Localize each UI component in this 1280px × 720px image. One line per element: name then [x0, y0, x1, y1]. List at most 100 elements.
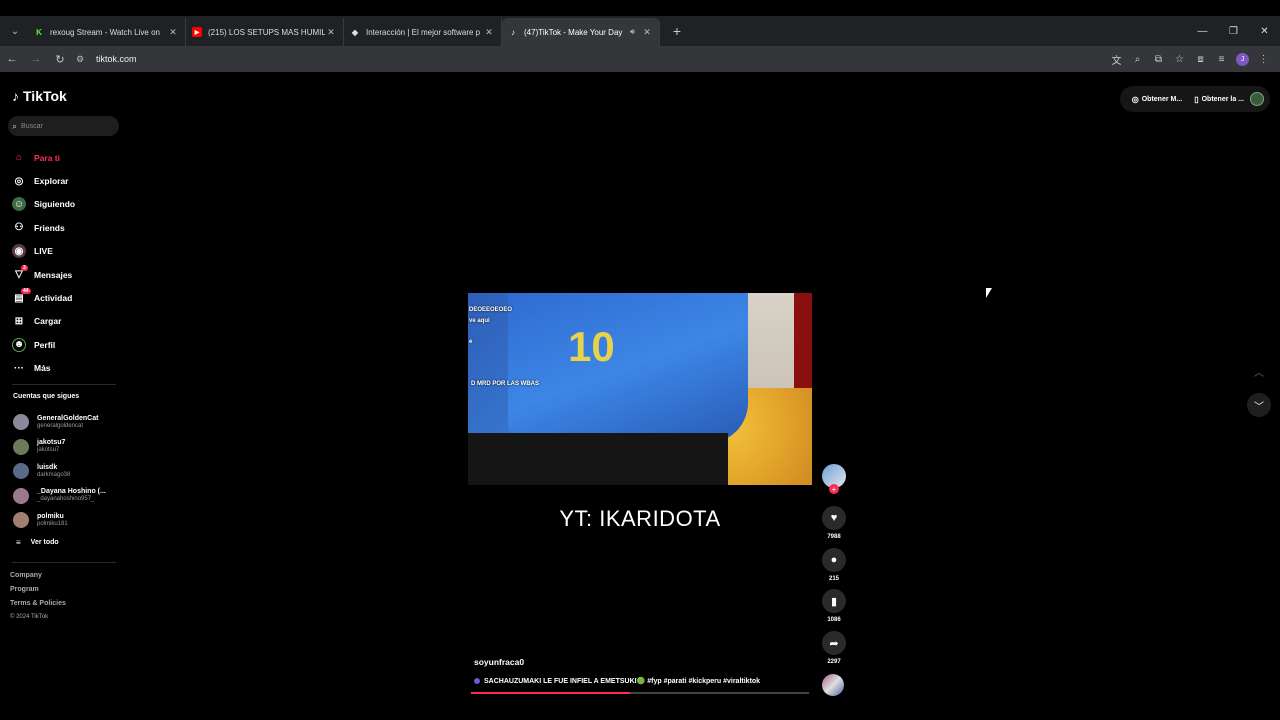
share-icon[interactable]: ➦ — [822, 631, 846, 655]
media-controls-icon[interactable]: ≡ — [1211, 54, 1232, 65]
video-author[interactable]: soyunfraca0 — [474, 657, 524, 667]
video-player[interactable]: 10 DEOEEOEOEO ve aqui e D MRD POR LAS WB… — [468, 293, 812, 485]
chevron-up-icon[interactable]: ︿ — [1247, 359, 1271, 383]
phone-icon: ▯ — [1194, 94, 1199, 104]
video-overlay-text: DEOEEOEOEO — [469, 307, 513, 313]
following-account[interactable]: luisdk darkmago38 — [13, 459, 106, 484]
notification-badge: 44 — [21, 288, 31, 295]
minimize-icon[interactable]: — — [1187, 16, 1218, 46]
like-count: 7988 — [827, 534, 841, 540]
following-account[interactable]: jakotsu7 jakotsu7 — [13, 435, 106, 460]
footer-link-terms[interactable]: Terms & Policies — [10, 600, 66, 614]
bookmark-icon[interactable]: ▮ — [822, 589, 846, 613]
footer-links: Company Program Terms & Policies © 2024 … — [10, 572, 66, 628]
following-account[interactable]: GeneralGoldenCat generalgoldencat — [13, 410, 106, 435]
nav-item-cargar[interactable]: ⊞ Cargar — [12, 310, 75, 333]
window-top-strip — [0, 0, 1280, 16]
new-tab-button[interactable]: + — [666, 23, 688, 39]
get-app-button[interactable]: ▯ Obtener la ... — [1194, 95, 1244, 104]
mouse-cursor-icon — [986, 288, 992, 298]
extensions-icon[interactable]: ⧈ — [1190, 54, 1211, 65]
tiktok-icon: ♪ — [511, 27, 515, 37]
search-input[interactable]: ⌕ Buscar — [8, 116, 119, 136]
speaker-icon[interactable]: 🔊︎ — [630, 27, 635, 37]
close-icon[interactable]: ✕ — [167, 27, 179, 38]
nav-item-friends[interactable]: ⚇ Friends — [12, 216, 75, 239]
following-account[interactable]: polmiku polmiku181 — [13, 508, 106, 533]
jersey-number: 10 — [568, 323, 615, 370]
chevron-down-icon[interactable]: ﹀ — [1247, 393, 1271, 417]
nav-label: Friends — [34, 222, 65, 233]
creator-avatar[interactable]: + — [822, 464, 846, 494]
restore-icon[interactable]: ❐ — [1218, 16, 1249, 46]
see-all-button[interactable]: ≡ Ver todo — [16, 538, 59, 547]
video-progress-bar[interactable] — [471, 692, 809, 694]
tab-search-button[interactable]: ⌄ — [2, 18, 28, 44]
tab-title: (47)TikTok - Make Your Day — [524, 27, 623, 37]
comment-count: 215 — [828, 576, 839, 582]
save-count: 1086 — [827, 617, 841, 623]
user-avatar[interactable] — [1250, 92, 1264, 106]
nav-item-mas[interactable]: ··· Más — [12, 357, 75, 380]
reload-icon[interactable]: ↻ — [48, 53, 72, 66]
close-icon[interactable]: ✕ — [483, 27, 495, 38]
forward-icon[interactable]: → — [24, 53, 48, 65]
url-text: tiktok.com — [96, 54, 137, 64]
profile-avatar[interactable]: J — [1236, 52, 1249, 66]
nav-item-perfil[interactable]: ☻ Perfil — [12, 333, 75, 356]
nav-label: Cargar — [34, 316, 62, 327]
close-window-icon[interactable]: ✕ — [1249, 16, 1280, 46]
close-icon[interactable]: ✕ — [325, 27, 337, 38]
following-account[interactable]: _Dayana Hoshino (... _dayanahoshino957_ — [13, 484, 106, 509]
heart-icon[interactable]: ♥ — [822, 506, 846, 530]
emoji-icon — [474, 678, 480, 684]
video-overlay-text: e — [469, 339, 473, 345]
account-name: jakotsu7 — [37, 439, 66, 447]
back-icon[interactable]: ← — [0, 53, 24, 65]
nav-item-actividad[interactable]: ▤ 44 Actividad — [12, 286, 75, 309]
menu-kebab-icon[interactable]: ⋮ — [1253, 54, 1274, 65]
url-input[interactable]: ⚙ tiktok.com — [76, 49, 1076, 69]
video-jersey — [508, 293, 748, 443]
address-bar-actions: 文 ⌕ ⧉ ☆ ⧈ ≡ J ⋮ — [1106, 46, 1274, 72]
live-icon: ◉ — [12, 244, 26, 259]
translate-icon[interactable]: 文 — [1106, 52, 1127, 67]
list-icon: ≡ — [16, 538, 21, 547]
account-handle: darkmago38 — [37, 471, 71, 478]
following-list: GeneralGoldenCat generalgoldencat jakotsu… — [13, 410, 106, 533]
nav-item-mensajes[interactable]: ▽ 3 Mensajes — [12, 263, 75, 286]
comment-icon[interactable]: ● — [822, 548, 846, 572]
diamond-icon: ◆ — [351, 27, 359, 37]
tiktok-logo[interactable]: ♪ TikTok — [12, 88, 67, 104]
main-nav: ⌂ Para ti ◎ Explorar ☺ Siguiendo ⚇ Frien… — [12, 146, 75, 380]
site-settings-icon[interactable]: ⚙ — [76, 54, 90, 65]
account-handle: polmiku181 — [37, 520, 68, 527]
bookmark-star-icon[interactable]: ☆ — [1169, 54, 1190, 65]
music-disc-icon[interactable] — [822, 674, 844, 696]
zoom-icon[interactable]: ⌕ — [1127, 54, 1148, 65]
tab-kick[interactable]: K rexoug Stream - Watch Live on ✕ — [28, 18, 186, 46]
nav-item-live[interactable]: ◉ LIVE — [12, 240, 75, 263]
tab-tiktok[interactable]: ♪ (47)TikTok - Make Your Day 🔊︎ ✕ — [502, 18, 660, 46]
tab-youtube[interactable]: ▶ (215) LOS SETUPS MAS HUMILD ✕ — [186, 18, 344, 46]
footer-link-company[interactable]: Company — [10, 572, 66, 586]
tab-interaccion[interactable]: ◆ Interacción | El mejor software p ✕ — [344, 18, 502, 46]
nav-item-siguiendo[interactable]: ☺ Siguiendo — [12, 193, 75, 216]
avatar — [13, 487, 29, 504]
nav-label: Explorar — [34, 176, 69, 187]
notification-badge: 3 — [21, 264, 28, 271]
video-progress-fill — [471, 692, 630, 694]
video-curtain — [794, 293, 812, 403]
nav-item-para-ti[interactable]: ⌂ Para ti — [12, 146, 75, 169]
install-app-icon[interactable]: ⧉ — [1148, 54, 1169, 65]
follow-plus-icon[interactable]: + — [829, 484, 839, 494]
tab-title: rexoug Stream - Watch Live on — [50, 27, 160, 37]
video-caption-overlay: YT: IKARIDOTA — [559, 506, 721, 531]
nav-item-explorar[interactable]: ◎ Explorar — [12, 169, 75, 192]
close-icon[interactable]: ✕ — [641, 27, 653, 38]
footer-link-program[interactable]: Program — [10, 586, 66, 600]
tiktok-sidebar: ♪ TikTok ⌕ Buscar ⌂ Para ti ◎ Explorar ☺… — [0, 74, 130, 720]
account-handle: generalgoldencat — [37, 422, 84, 429]
account-handle: jakotsu7 — [37, 447, 60, 454]
get-coins-button[interactable]: ◎ Obtener M... — [1132, 95, 1182, 104]
